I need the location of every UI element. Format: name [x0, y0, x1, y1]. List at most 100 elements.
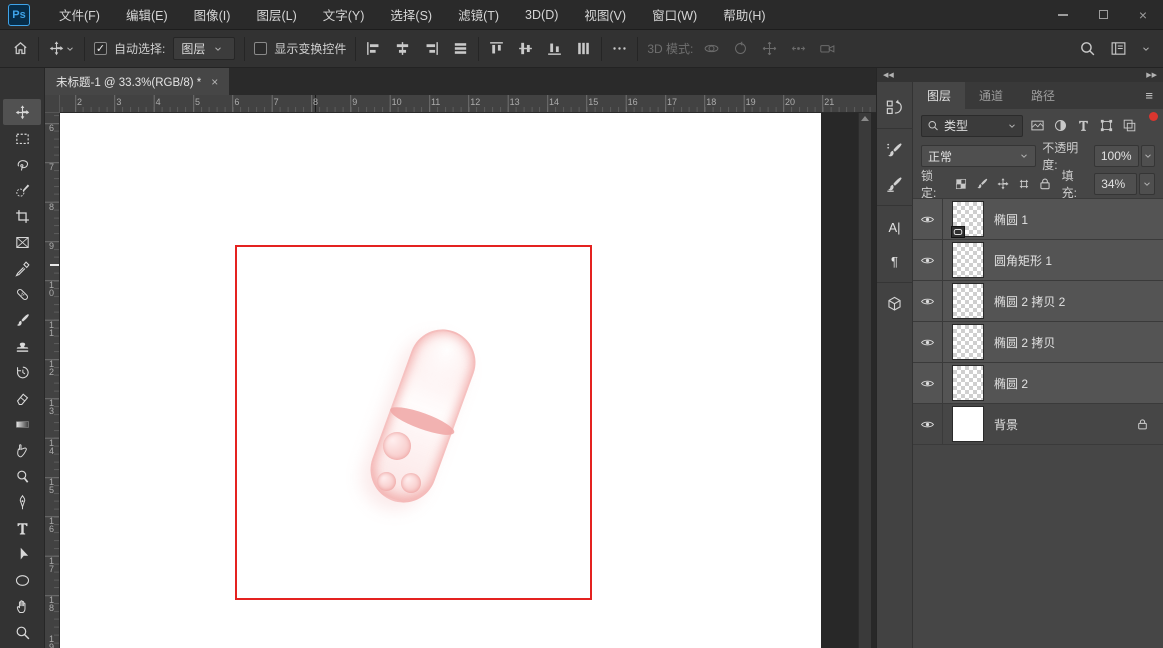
type-filter-icon[interactable] [1076, 118, 1091, 133]
tab-close-icon[interactable]: × [211, 75, 218, 89]
ellipse-tool[interactable] [3, 567, 41, 593]
lasso-tool[interactable] [3, 151, 41, 177]
panel-strip-3d-icon[interactable] [877, 287, 913, 321]
panel-strip-brushes-icon[interactable] [877, 167, 913, 201]
panel-strip-character-icon[interactable]: A| [877, 210, 913, 244]
menu-item-3d[interactable]: 3D(D) [512, 0, 571, 29]
panel-strip-history-icon[interactable] [877, 90, 913, 124]
layer-row[interactable]: 椭圆 2 [913, 363, 1163, 404]
layer-thumbnail[interactable] [952, 324, 984, 360]
checker-icon[interactable] [954, 177, 968, 191]
move-tool-preset-icon[interactable] [48, 40, 65, 57]
menu-item-file[interactable]: 文件(F) [46, 0, 113, 29]
panel-tab-paths[interactable]: 路径 [1017, 82, 1069, 109]
pixel-filter-icon[interactable] [1030, 118, 1045, 133]
menu-item-image[interactable]: 图像(I) [181, 0, 244, 29]
frame-tool[interactable] [3, 229, 41, 255]
hand-tool[interactable] [3, 593, 41, 619]
smudge-tool[interactable] [3, 437, 41, 463]
shape-filter-icon[interactable] [1099, 118, 1114, 133]
home-icon[interactable] [12, 40, 29, 57]
layer-filter-dropdown[interactable]: 类型 [921, 115, 1023, 137]
padlock-icon[interactable] [1038, 177, 1052, 191]
type-tool[interactable] [3, 515, 41, 541]
quick-select-tool[interactable] [3, 177, 41, 203]
menu-item-select[interactable]: 选择(S) [377, 0, 445, 29]
layer-row[interactable]: 椭圆 2 拷贝 2 [913, 281, 1163, 322]
close-button[interactable]: × [1123, 0, 1163, 29]
panel-strip-paragraph-icon[interactable]: ¶ [877, 244, 913, 278]
menu-item-help[interactable]: 帮助(H) [710, 0, 778, 29]
vertical-scrollbar[interactable] [858, 113, 871, 648]
align-middle-icon[interactable] [517, 40, 534, 57]
layer-visibility-toggle[interactable] [913, 363, 943, 403]
fill-input[interactable]: 34% [1094, 173, 1137, 195]
layer-row[interactable]: 背景 [913, 404, 1163, 445]
artboard-icon[interactable] [1017, 177, 1031, 191]
align-right-icon[interactable] [423, 40, 440, 57]
clone-stamp-tool[interactable] [3, 333, 41, 359]
layer-row[interactable]: 椭圆 2 拷贝 [913, 322, 1163, 363]
crop-tool[interactable] [3, 203, 41, 229]
gradient-tool[interactable] [3, 411, 41, 437]
layer-visibility-toggle[interactable] [913, 199, 943, 239]
menu-item-layer[interactable]: 图层(L) [243, 0, 309, 29]
brush-small-icon[interactable] [975, 177, 989, 191]
eyedropper-tool[interactable] [3, 255, 41, 281]
layer-visibility-toggle[interactable] [913, 322, 943, 362]
search-icon[interactable] [1079, 40, 1096, 57]
move-small-icon[interactable] [996, 177, 1010, 191]
dodge-tool[interactable] [3, 463, 41, 489]
layer-thumbnail[interactable] [952, 406, 984, 442]
chevron-down-icon[interactable] [1141, 44, 1151, 54]
document-canvas[interactable] [60, 113, 821, 648]
distribute-v-icon[interactable] [575, 40, 592, 57]
panel-strip-brush-settings-icon[interactable] [877, 133, 913, 167]
marquee-tool[interactable] [3, 125, 41, 151]
menu-item-filter[interactable]: 滤镜(T) [445, 0, 512, 29]
layer-row[interactable]: 椭圆 1 [913, 199, 1163, 240]
healing-brush-tool[interactable] [3, 281, 41, 307]
panel-menu-icon[interactable]: ≡ [1136, 82, 1163, 109]
adjust-filter-icon[interactable] [1053, 118, 1068, 133]
document-tab[interactable]: 未标题-1 @ 33.3%(RGB/8) * × [45, 68, 229, 95]
auto-select-checkbox[interactable]: ✓ [94, 42, 107, 55]
layer-thumbnail[interactable] [952, 201, 984, 237]
layer-visibility-toggle[interactable] [913, 240, 943, 280]
collapse-dock-right-icon[interactable]: ▶▶ [1146, 72, 1157, 79]
zoom-tool[interactable] [3, 619, 41, 645]
brush-tool[interactable] [3, 307, 41, 333]
menu-item-edit[interactable]: 编辑(E) [113, 0, 181, 29]
menu-item-view[interactable]: 视图(V) [571, 0, 639, 29]
opacity-input[interactable]: 100% [1094, 145, 1139, 167]
layer-visibility-toggle[interactable] [913, 281, 943, 321]
blend-mode-dropdown[interactable]: 正常 [921, 145, 1036, 167]
opacity-dropdown-button[interactable] [1141, 145, 1155, 167]
menu-item-type[interactable]: 文字(Y) [310, 0, 378, 29]
layer-thumbnail[interactable] [952, 365, 984, 401]
filter-toggle-light[interactable] [1149, 112, 1158, 121]
canvas-viewport[interactable] [60, 113, 876, 648]
align-top-icon[interactable] [488, 40, 505, 57]
align-center-h-icon[interactable] [394, 40, 411, 57]
more-options-icon[interactable] [611, 40, 628, 57]
eraser-tool[interactable] [3, 385, 41, 411]
menu-item-window[interactable]: 窗口(W) [639, 0, 710, 29]
panel-tab-layers[interactable]: 图层 [913, 82, 965, 109]
layer-visibility-toggle[interactable] [913, 404, 943, 444]
distribute-h-icon[interactable] [452, 40, 469, 57]
minimize-button[interactable] [1043, 0, 1083, 29]
chevron-down-icon[interactable] [65, 44, 75, 54]
maximize-button[interactable] [1083, 0, 1123, 29]
align-left-icon[interactable] [365, 40, 382, 57]
smart-filter-icon[interactable] [1122, 118, 1137, 133]
auto-select-target-dropdown[interactable]: 图层 [173, 37, 235, 60]
align-bottom-icon[interactable] [546, 40, 563, 57]
layer-thumbnail[interactable] [952, 242, 984, 278]
show-transform-checkbox[interactable] [254, 42, 267, 55]
collapse-dock-left-icon[interactable]: ◀◀ [883, 72, 894, 79]
path-select-tool[interactable] [3, 541, 41, 567]
panel-tab-channels[interactable]: 通道 [965, 82, 1017, 109]
workspace-icon[interactable] [1110, 40, 1127, 57]
move-tool[interactable] [3, 99, 41, 125]
